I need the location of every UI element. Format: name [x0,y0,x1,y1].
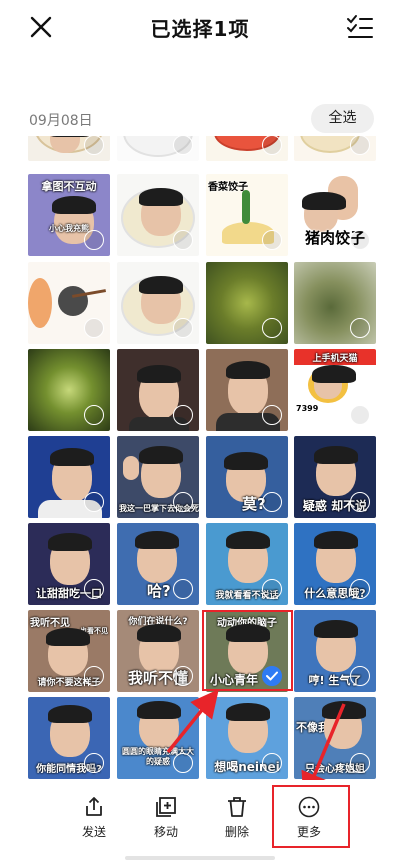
select-circle[interactable] [84,136,104,155]
photo-thumbnail[interactable]: 圆圆的眼睛充满大大的疑惑 [117,697,199,779]
select-circle[interactable] [84,579,104,599]
share-icon [86,797,102,816]
select-circle[interactable] [84,318,104,338]
select-circle[interactable] [173,666,193,686]
select-circle[interactable] [350,492,370,512]
home-indicator [125,856,275,860]
photo-thumbnail[interactable] [117,262,199,344]
checklist-icon[interactable] [346,14,374,40]
photo-thumbnail[interactable] [206,262,288,344]
photo-thumbnail[interactable]: 拿图不互动 小心我充熊 [28,174,110,256]
select-circle[interactable] [350,405,370,425]
select-circle[interactable] [350,230,370,250]
trash-icon [228,797,246,817]
photo-thumbnail[interactable] [206,136,288,161]
top-bar: 已选择1项 [0,0,400,56]
move-label: 移动 [153,825,178,839]
photo-thumbnail[interactable]: 疑惑 却不说 [294,436,376,518]
delete-button[interactable]: 删除 [207,796,267,840]
photo-thumbnail[interactable]: 我听不见 也看不见 请你不要这样子 [28,610,110,692]
select-circle[interactable] [84,405,104,425]
select-circle[interactable] [262,318,282,338]
select-circle[interactable] [350,753,370,773]
photo-thumbnail[interactable] [117,174,199,256]
select-circle[interactable] [262,405,282,425]
photo-thumbnail[interactable] [294,262,376,344]
send-label: 发送 [81,825,106,839]
photo-thumbnail[interactable]: 什么意思哦? [294,523,376,605]
more-button-highlight [272,785,350,848]
photo-thumbnail[interactable] [28,349,110,431]
select-circle[interactable] [350,579,370,599]
move-to-album-icon [156,797,176,817]
section-date: 09月08日 [29,113,93,129]
move-button[interactable]: 移动 [136,796,196,840]
select-circle[interactable] [84,492,104,512]
select-circle[interactable] [262,230,282,250]
page-title: 已选择1项 [150,17,250,41]
photo-thumbnail[interactable] [28,436,110,518]
photo-thumbnail[interactable]: 让甜甜吃一口 [28,523,110,605]
select-circle[interactable] [350,318,370,338]
select-circle[interactable] [262,492,282,512]
photo-thumbnail[interactable] [28,262,110,344]
select-circle[interactable] [84,753,104,773]
photo-thumbnail[interactable]: 莫? [206,436,288,518]
photo-thumbnail[interactable]: 你能同情我吗? [28,697,110,779]
select-circle[interactable] [173,492,193,512]
photo-thumbnail[interactable]: 我这一巴掌下去你会死 [117,436,199,518]
send-button[interactable]: 发送 [64,796,124,840]
photo-thumbnail[interactable] [28,136,110,161]
select-circle[interactable] [84,666,104,686]
select-circle[interactable] [173,405,193,425]
date-section-header: 09月08日 全选 [0,104,400,134]
image-caption: 上手机天猫 [312,354,358,364]
photo-thumbnail[interactable] [117,349,199,431]
photo-thumbnail[interactable]: 你们在说什么? 我听不懂 [117,610,199,692]
select-circle[interactable] [350,136,370,155]
select-circle[interactable] [173,579,193,599]
photo-thumbnail[interactable]: 哈? [117,523,199,605]
photo-thumbnail[interactable] [117,136,199,161]
photo-thumbnail[interactable]: 哼! 生气了 [294,610,376,692]
select-all-button[interactable]: 全选 [311,104,374,133]
select-circle[interactable] [173,753,193,773]
select-circle[interactable] [173,318,193,338]
select-circle[interactable] [262,579,282,599]
image-caption: 拿图不互动 [41,180,97,193]
select-circle[interactable] [84,230,104,250]
photo-thumbnail[interactable]: 猪肉饺子 [294,174,376,256]
selected-photo-highlight [202,610,293,691]
photo-thumbnail[interactable]: 不像我 只会心疼姐姐 [294,697,376,779]
photo-thumbnail[interactable]: 上手机天猫 7399 [294,349,376,431]
select-circle[interactable] [173,230,193,250]
delete-label: 删除 [224,825,249,839]
photo-thumbnail[interactable]: 香菜饺子 [206,174,288,256]
select-circle[interactable] [262,753,282,773]
bottom-toolbar: 发送 移动 删除 更多 [0,780,400,863]
photo-thumbnail[interactable] [294,136,376,161]
select-circle[interactable] [262,136,282,155]
select-circle[interactable] [350,666,370,686]
photo-thumbnail[interactable]: 我就看看不说话 [206,523,288,605]
photo-thumbnail[interactable] [206,349,288,431]
select-circle[interactable] [173,136,193,155]
photo-thumbnail[interactable]: 想喝neinei [206,697,288,779]
